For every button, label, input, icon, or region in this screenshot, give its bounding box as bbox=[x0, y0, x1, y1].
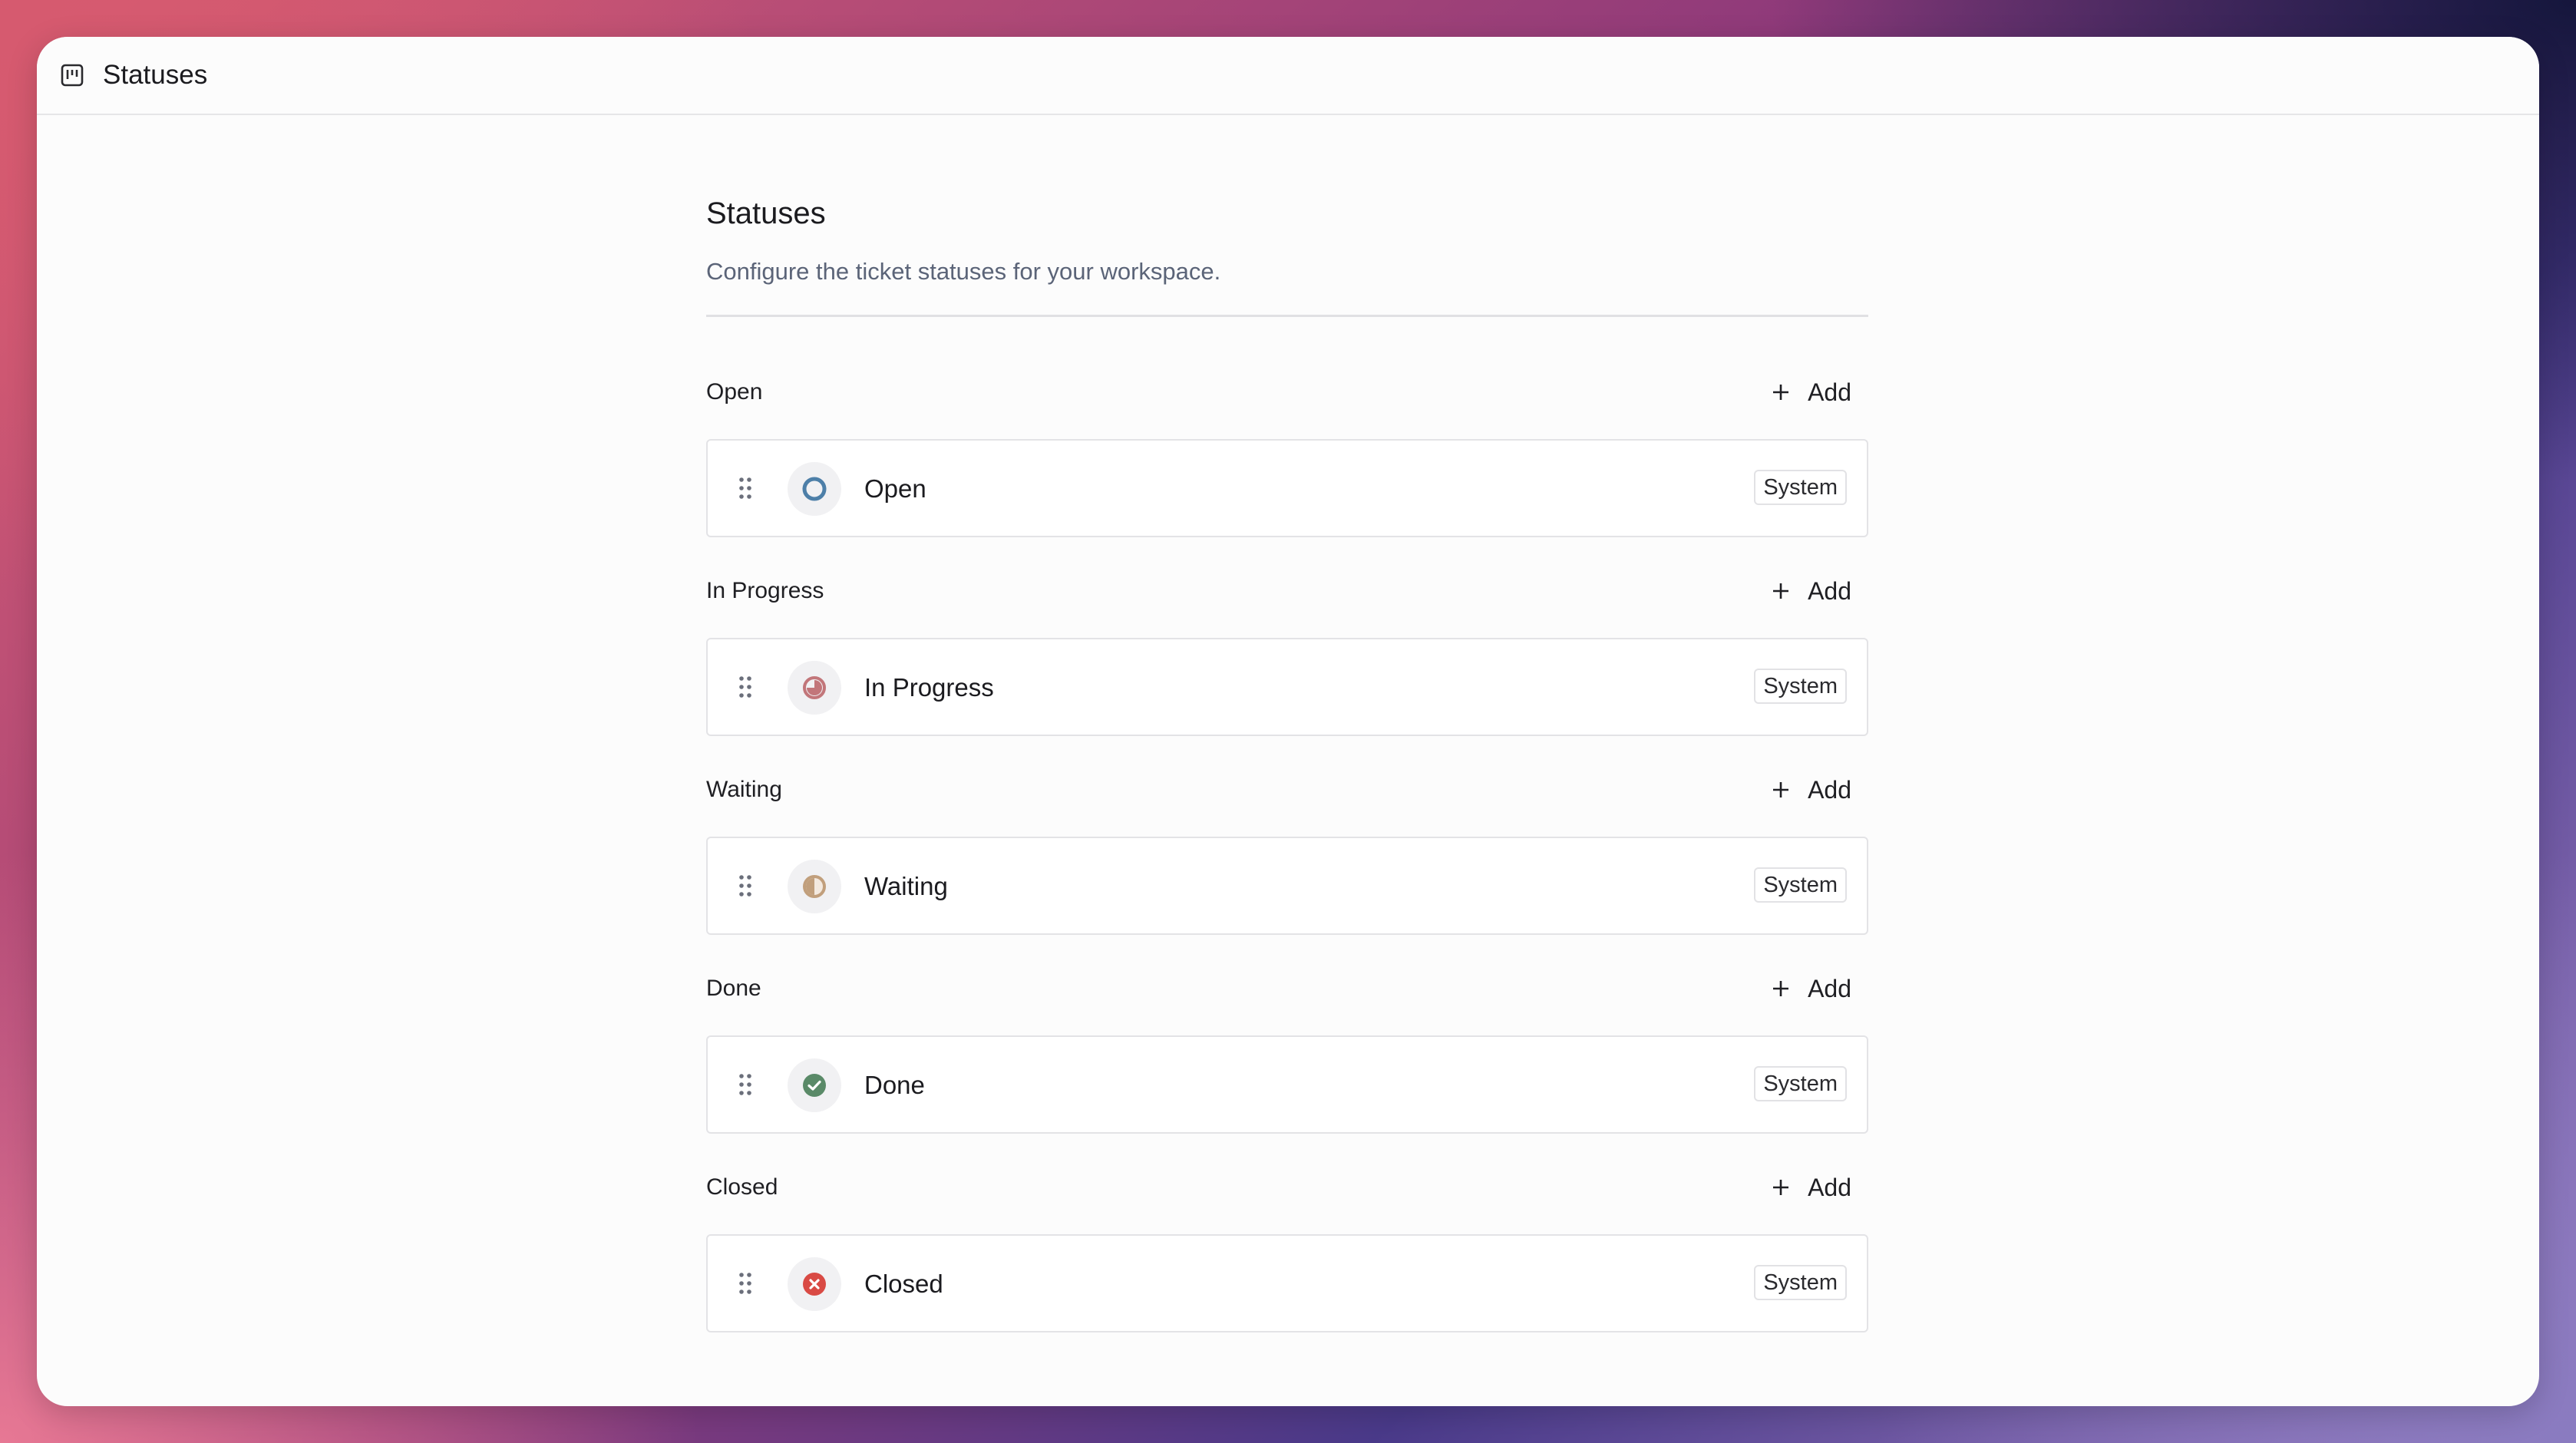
group-header: In Progress Add bbox=[706, 570, 1868, 612]
plus-icon bbox=[1769, 381, 1792, 404]
status-row-done[interactable]: Done System bbox=[706, 1035, 1868, 1134]
check-circle-icon[interactable] bbox=[788, 1058, 841, 1112]
add-label: Add bbox=[1808, 974, 1851, 1002]
status-group-waiting: Waiting Add Waiting System bbox=[706, 769, 1868, 953]
group-label: Closed bbox=[706, 1174, 778, 1200]
title-bar: Statuses bbox=[37, 37, 2539, 115]
drag-handle-icon[interactable] bbox=[738, 675, 752, 699]
group-header: Done Add bbox=[706, 968, 1868, 1009]
status-name: In Progress bbox=[864, 673, 994, 702]
half-progress-icon[interactable] bbox=[788, 661, 841, 715]
add-label: Add bbox=[1808, 576, 1851, 605]
system-badge: System bbox=[1754, 669, 1847, 704]
drag-handle-icon[interactable] bbox=[738, 1271, 752, 1296]
add-closed-status-button[interactable]: Add bbox=[1769, 1167, 1851, 1208]
plus-icon bbox=[1769, 580, 1792, 603]
status-row-closed[interactable]: Closed System bbox=[706, 1234, 1868, 1332]
status-group-closed: Closed Add Closed System bbox=[706, 1167, 1868, 1351]
add-done-status-button[interactable]: Add bbox=[1769, 968, 1851, 1009]
x-circle-icon[interactable] bbox=[788, 1257, 841, 1311]
status-name: Closed bbox=[864, 1270, 943, 1298]
add-label: Add bbox=[1808, 1173, 1851, 1201]
group-header: Open Add bbox=[706, 371, 1868, 413]
add-label: Add bbox=[1808, 775, 1851, 804]
window-title: Statuses bbox=[103, 60, 208, 90]
status-group-in-progress: In Progress Add In Progress System bbox=[706, 570, 1868, 755]
status-group-open: Open Add Open System bbox=[706, 371, 1868, 556]
page-description: Configure the ticket statuses for your w… bbox=[706, 258, 1221, 285]
add-open-status-button[interactable]: Add bbox=[1769, 371, 1851, 413]
status-row-in-progress[interactable]: In Progress System bbox=[706, 638, 1868, 736]
group-header: Closed Add bbox=[706, 1167, 1868, 1208]
app-window: Statuses Statuses Configure the ticket s… bbox=[37, 37, 2539, 1406]
status-name: Waiting bbox=[864, 872, 948, 900]
half-circle-icon[interactable] bbox=[788, 860, 841, 913]
add-in-progress-status-button[interactable]: Add bbox=[1769, 570, 1851, 612]
circle-outline-icon[interactable] bbox=[788, 462, 841, 516]
status-name: Open bbox=[864, 474, 926, 503]
divider bbox=[706, 315, 1868, 317]
drag-handle-icon[interactable] bbox=[738, 873, 752, 898]
system-badge: System bbox=[1754, 1265, 1847, 1300]
group-label: Open bbox=[706, 379, 763, 405]
plus-icon bbox=[1769, 778, 1792, 801]
status-row-waiting[interactable]: Waiting System bbox=[706, 837, 1868, 935]
status-row-open[interactable]: Open System bbox=[706, 439, 1868, 537]
status-group-done: Done Add Done System bbox=[706, 968, 1868, 1152]
group-label: Waiting bbox=[706, 777, 782, 802]
plus-icon bbox=[1769, 977, 1792, 1000]
system-badge: System bbox=[1754, 1066, 1847, 1101]
group-label: In Progress bbox=[706, 578, 824, 603]
page-title: Statuses bbox=[706, 196, 826, 230]
drag-handle-icon[interactable] bbox=[738, 476, 752, 500]
system-badge: System bbox=[1754, 867, 1847, 903]
add-label: Add bbox=[1808, 378, 1851, 406]
drag-handle-icon[interactable] bbox=[738, 1072, 752, 1097]
kanban-board-icon bbox=[60, 63, 84, 88]
group-label: Done bbox=[706, 976, 761, 1001]
status-name: Done bbox=[864, 1071, 925, 1099]
group-header: Waiting Add bbox=[706, 769, 1868, 811]
plus-icon bbox=[1769, 1176, 1792, 1199]
system-badge: System bbox=[1754, 470, 1847, 505]
add-waiting-status-button[interactable]: Add bbox=[1769, 769, 1851, 811]
